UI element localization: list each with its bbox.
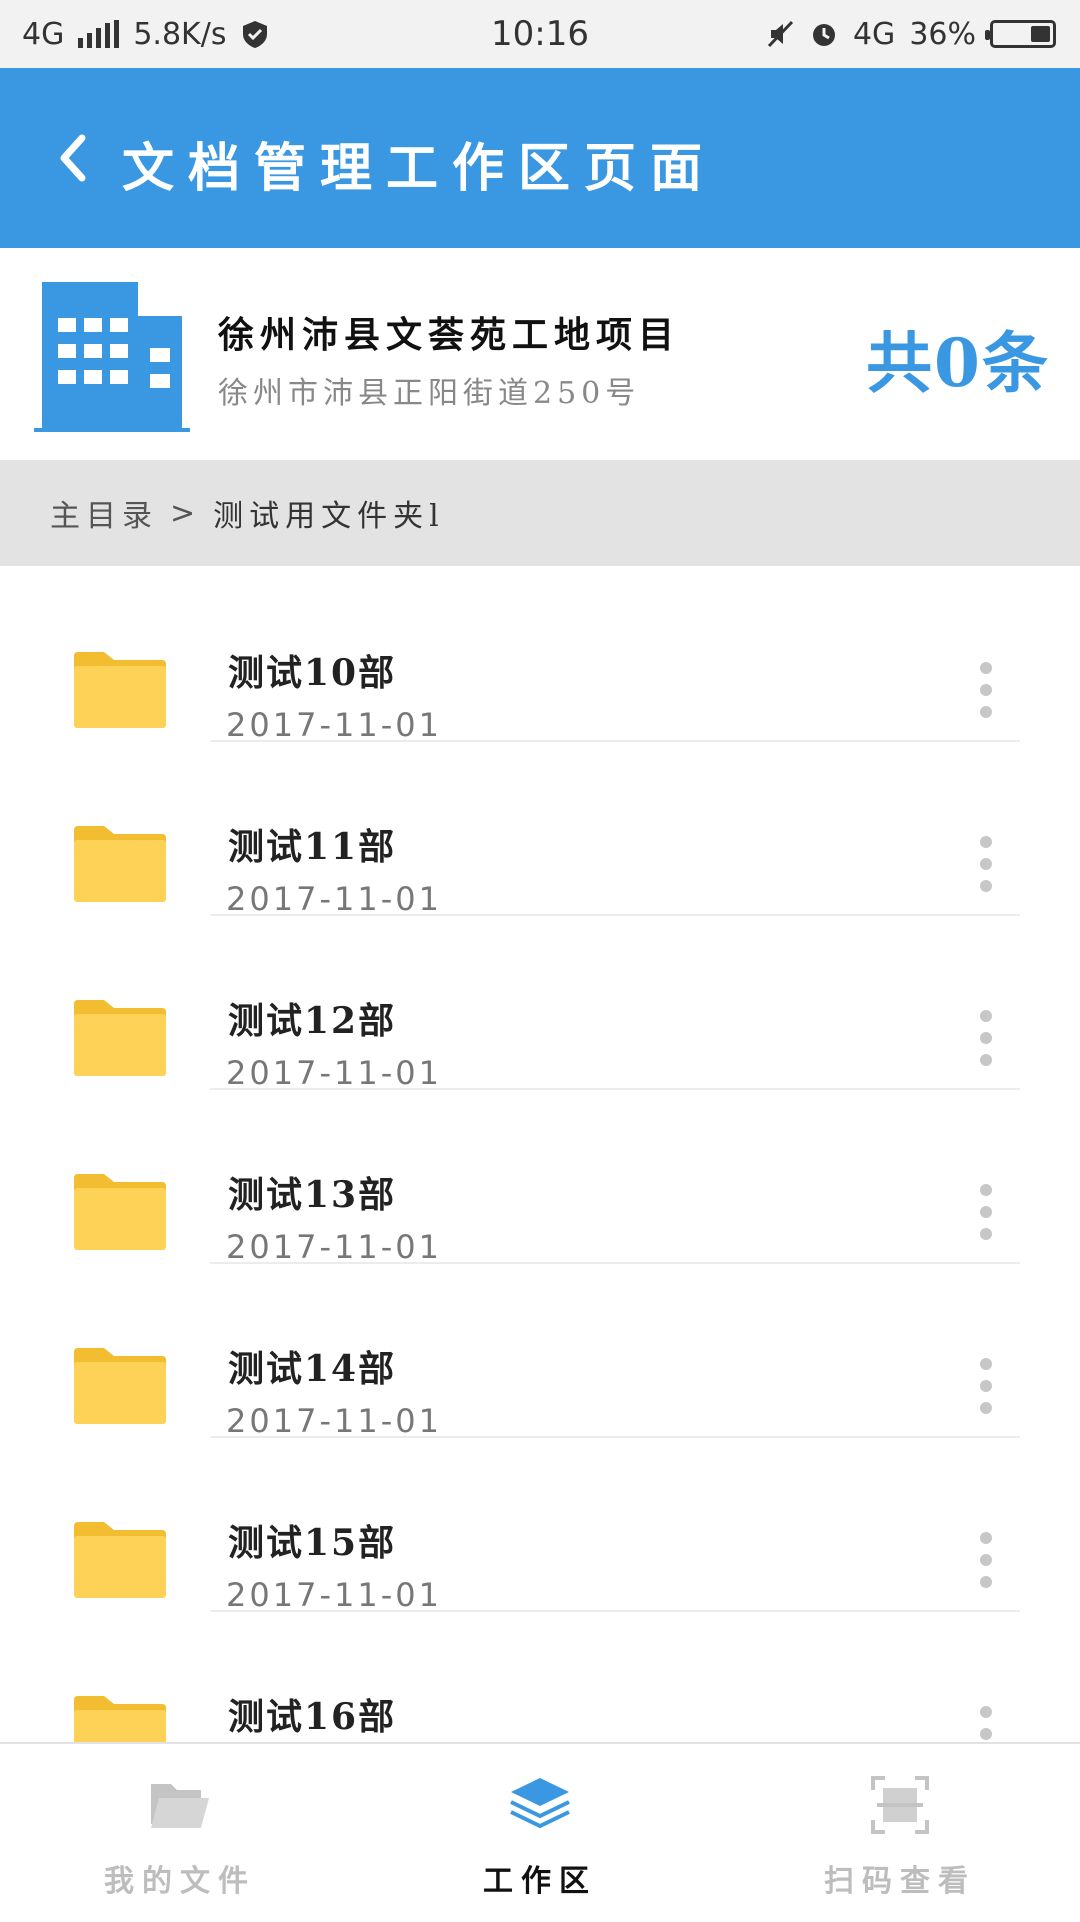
list-item[interactable]: 测试16部 [0,1610,1080,1742]
list-item[interactable]: 测试15部 2017-11-01 [0,1436,1080,1614]
layers-icon [510,1778,570,1829]
list-item[interactable]: 测试13部 2017-11-01 [0,1088,1080,1266]
battery-percent: 36% [909,16,976,52]
building-icon [34,282,190,432]
file-date: 2017-11-01 [226,1228,442,1266]
page-title: 文档管理工作区页面 [122,138,717,199]
file-name: 测试12部 [228,1000,397,1042]
folder-icon [74,1522,166,1598]
battery-fill [1030,26,1050,42]
nav-label: 工作区 [483,1864,597,1899]
mute-icon [767,20,794,48]
status-bar: 4G 5.8K/s 10:16 4G 36% [0,0,1080,68]
file-date: 2017-11-01 [226,1402,442,1440]
nav-my-files[interactable]: 我的文件 [0,1744,360,1922]
scan-icon [871,1776,929,1834]
file-date: 2017-11-01 [226,706,442,744]
file-name: 测试10部 [228,652,397,694]
folder-icon [74,826,166,902]
list-item[interactable]: 测试10部 2017-11-01 [0,566,1080,744]
breadcrumb-current: 测试用文件夹l [213,499,445,534]
app-header: 文档管理工作区页面 [0,68,1080,248]
file-name: 测试11部 [228,826,397,868]
nav-scan[interactable]: 扫码查看 [720,1744,1080,1922]
list-item[interactable]: 测试14部 2017-11-01 [0,1262,1080,1440]
more-vertical-icon[interactable] [970,1532,1002,1604]
more-vertical-icon[interactable] [970,1184,1002,1256]
nav-label: 我的文件 [104,1864,256,1899]
file-name: 测试13部 [228,1174,397,1216]
file-count: 共0条 [866,324,1050,402]
shield-icon [243,21,268,48]
list-item[interactable]: 测试12部 2017-11-01 [0,914,1080,1092]
file-name: 测试15部 [228,1522,397,1564]
folder-open-icon [151,1784,209,1828]
folder-icon [74,652,166,728]
network-speed: 5.8K/s [133,16,227,52]
breadcrumb-separator: > [170,495,202,531]
signal-icon [78,20,120,48]
battery-icon [985,20,1056,48]
status-left: 4G 5.8K/s [22,0,270,68]
status-right: 4G 36% [765,0,1056,68]
file-name: 测试14部 [228,1348,397,1390]
more-vertical-icon[interactable] [970,1010,1002,1082]
more-vertical-icon[interactable] [970,1706,1002,1742]
alarm-icon [812,24,835,46]
file-list: 测试10部 2017-11-01 测试11部 2017-11-01 测试12部 … [0,566,1080,1742]
more-vertical-icon[interactable] [970,662,1002,734]
folder-icon [74,1000,166,1076]
nav-workspace[interactable]: 工作区 [360,1744,720,1922]
network-type: 4G [22,16,65,52]
folder-icon [74,1174,166,1250]
project-name: 徐州沛县文荟苑工地项目 [218,314,681,356]
back-arrow-icon[interactable] [44,128,104,188]
file-name: 测试16部 [228,1696,397,1738]
folder-icon [74,1696,166,1742]
project-card: 徐州沛县文荟苑工地项目 徐州市沛县正阳街道250号 共0条 [0,248,1080,460]
more-vertical-icon[interactable] [970,1358,1002,1430]
list-item[interactable]: 测试11部 2017-11-01 [0,740,1080,918]
nav-label: 扫码查看 [824,1864,976,1899]
file-date: 2017-11-01 [226,880,442,918]
more-vertical-icon[interactable] [970,836,1002,908]
breadcrumb-home[interactable]: 主目录 [50,491,158,535]
project-address: 徐州市沛县正阳街道250号 [218,376,641,411]
folder-icon [74,1348,166,1424]
network-type-right: 4G [852,16,896,52]
file-date: 2017-11-01 [226,1054,442,1092]
bottom-nav: 我的文件 工作区 扫码查看 [0,1742,1080,1922]
breadcrumb: 主目录 > 测试用文件夹l [0,460,1080,566]
file-date: 2017-11-01 [226,1576,442,1614]
